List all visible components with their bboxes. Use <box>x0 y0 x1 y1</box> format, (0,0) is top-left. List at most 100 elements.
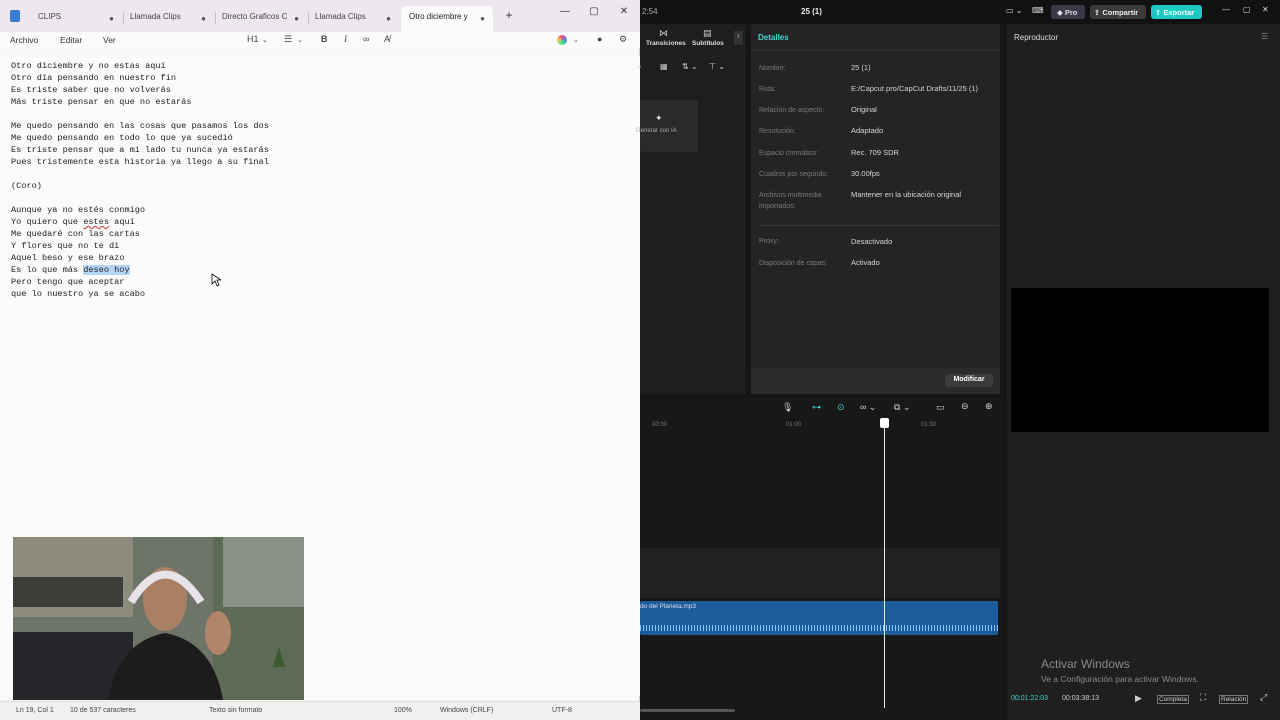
timeline-tick: 01:30 <box>921 422 937 428</box>
status-bar: Ln 19, Col 1 10 de 537 caracteres Texto … <box>0 701 640 720</box>
chevron-down-icon: ⌄ <box>297 37 303 44</box>
media-panel: ⋈ Transiciones ▤ Subtítulos › ⌕ ▦ ⇅ ⌄ ⊤ … <box>636 24 746 394</box>
clear-format-icon[interactable]: A̸ <box>384 34 390 44</box>
tab-llamada-clips-2[interactable]: Llamada Clips ● <box>307 6 399 32</box>
player-panel: Reproductor ☰ Activar Windows Ve a Confi… <box>1007 24 1280 720</box>
link-icon[interactable]: ∞ <box>363 34 369 44</box>
menu-file[interactable]: Archivo <box>10 35 38 45</box>
tab-label: Otro diciembre y <box>409 12 468 21</box>
expand-icon[interactable]: ⤢ <box>1260 692 1267 703</box>
zoom-level[interactable]: 100% <box>394 707 412 714</box>
details-header: Detalles <box>758 33 789 42</box>
zoom-out-icon[interactable]: ⊖ <box>961 401 969 412</box>
detail-label-path: Ruta: <box>759 86 776 93</box>
tab-directo-graficos[interactable]: Directo Graficos C ● <box>214 6 307 32</box>
menu-edit[interactable]: Editar <box>60 35 82 45</box>
split-icon[interactable]: ⧉ ⌄ <box>894 402 910 413</box>
modify-button[interactable]: Modificar <box>945 374 993 387</box>
transitions-icon[interactable]: ⋈ <box>659 28 668 39</box>
list-icon[interactable]: ☰ <box>284 34 292 45</box>
format-status: Texto sin formato <box>209 707 263 714</box>
layout-icon[interactable]: ▭ ⌄ <box>1006 6 1022 15</box>
detail-value-aspect: Original <box>851 105 877 114</box>
tab-otro-diciembre[interactable]: Otro diciembre y ● <box>401 6 493 32</box>
text-line: Aquel beso y ese brazo <box>11 253 125 263</box>
keyboard-icon[interactable]: ⌨ <box>1032 6 1044 15</box>
detail-value-proxy: Desactivado <box>851 237 893 246</box>
chevron-right-icon[interactable]: › <box>734 31 743 45</box>
line-text: Yo quiero que <box>11 217 84 227</box>
maximize-button[interactable]: ▢ <box>1243 5 1251 14</box>
bold-button[interactable]: B <box>321 34 328 44</box>
close-button[interactable]: ✕ <box>1262 5 1269 14</box>
tab-transitions[interactable]: Transiciones <box>646 40 686 47</box>
detail-label-media: Archivos multimedia importados: <box>759 192 822 210</box>
copilot-icon[interactable] <box>557 35 567 45</box>
tab-llamada-clips-1[interactable]: Llamada Clips ● <box>122 6 214 32</box>
generate-ai-card[interactable]: ✦ Generar con IA <box>636 100 698 152</box>
subtitles-icon[interactable]: ▤ <box>703 28 712 39</box>
microphone-icon[interactable]: 🎙 <box>782 402 793 413</box>
detail-value-layers: Activado <box>851 258 880 267</box>
encoding[interactable]: UTF-8 <box>552 707 572 714</box>
heading-dropdown[interactable]: H1 <box>247 34 259 44</box>
notepad-app-icon <box>10 10 20 22</box>
playhead-handle[interactable] <box>880 418 889 428</box>
chain-icon[interactable]: ∞ ⌄ <box>860 402 876 413</box>
account-icon[interactable]: ● <box>597 34 602 44</box>
detail-value-colorspace: Rec. 709 SDR <box>851 148 899 157</box>
pro-label: Pro <box>1064 8 1078 17</box>
minimize-button[interactable]: — <box>1222 5 1230 14</box>
timeline-panel: 🎙 ⊶ ⊙ ∞ ⌄ ⧉ ⌄ ▭ ⊖ ⊕ 00:30 01:00 01:30 do… <box>640 398 1002 720</box>
search-icon[interactable]: ⌕ <box>637 62 641 72</box>
text-line: Pero tengo que aceptar <box>11 277 125 287</box>
link-clips-icon[interactable]: ⊶ <box>812 402 821 413</box>
modified-dot-icon: ● <box>294 14 299 23</box>
magnet-icon[interactable]: ⊙ <box>837 402 845 413</box>
menu-view[interactable]: Ver <box>103 35 116 45</box>
italic-button[interactable]: I <box>344 34 347 44</box>
minimize-button[interactable]: — <box>555 6 575 17</box>
grid-icon[interactable]: ▦ <box>660 62 668 71</box>
modified-dot-icon: ● <box>386 14 391 23</box>
misspelled-word[interactable]: estes <box>83 217 109 227</box>
cursor-position: Ln 19, Col 1 <box>16 707 54 714</box>
sort-icon[interactable]: ⇅ ⌄ <box>682 62 698 71</box>
ratio-label[interactable]: Relación <box>1219 695 1249 704</box>
export-label: Exportar <box>1163 8 1195 17</box>
menu-icon[interactable]: ☰ <box>1261 32 1268 41</box>
preview-axis-icon[interactable]: ▭ <box>936 402 945 413</box>
tab-label: Llamada Clips <box>130 12 181 21</box>
share-button[interactable]: ⇪ Compartir <box>1090 5 1146 19</box>
gear-icon[interactable]: ⚙ <box>619 34 627 45</box>
export-button[interactable]: ⇧ Exportar <box>1151 5 1202 19</box>
fullscreen-label[interactable]: Completa <box>1157 695 1189 704</box>
zoom-in-icon[interactable]: ⊕ <box>985 401 993 412</box>
horizontal-scrollbar[interactable] <box>640 709 735 712</box>
webcam-image <box>13 537 304 700</box>
line-ending[interactable]: Windows (CRLF) <box>440 707 493 714</box>
detail-label-resolution: Resolución: <box>759 128 796 135</box>
text-line: Yo quiero que estes aquí <box>11 216 135 228</box>
maximize-button[interactable]: ▢ <box>584 6 604 17</box>
text-line: Aunque ya no estés conmigo <box>11 205 146 215</box>
detail-label-colorspace: Espacio cromático: <box>759 150 819 157</box>
audio-clip[interactable]: do del Planeta.mp3 <box>640 601 998 635</box>
text-line: Más triste pensar en que no estarás <box>11 97 192 107</box>
tab-subtitles[interactable]: Subtítulos <box>692 40 724 47</box>
filter-icon[interactable]: ⊤ ⌄ <box>709 62 725 71</box>
tab-clips[interactable]: CLIPS ● <box>30 6 122 32</box>
focus-icon[interactable]: ⛶ <box>1200 692 1206 703</box>
text-line: Pues tristemente esta historia ya llego … <box>11 157 269 167</box>
playhead[interactable] <box>884 418 885 708</box>
detail-value-media: Mantener en la ubicación original <box>851 190 962 199</box>
text-line: Es triste saber que no volverás <box>11 85 171 95</box>
new-tab-button[interactable]: + <box>499 8 519 22</box>
modified-dot-icon: ● <box>480 14 485 23</box>
play-icon[interactable]: ▶ <box>1135 693 1142 704</box>
capcut-window: 2:54 25 (1) ▭ ⌄ ⌨ ◆ Pro ⇪ Compartir ⇧ Ex… <box>636 0 1280 720</box>
time-label: 2:54 <box>642 7 658 16</box>
pro-badge[interactable]: ◆ Pro <box>1051 5 1085 19</box>
total-time: 00:03:38:13 <box>1062 695 1099 702</box>
close-button[interactable]: ✕ <box>614 6 634 17</box>
